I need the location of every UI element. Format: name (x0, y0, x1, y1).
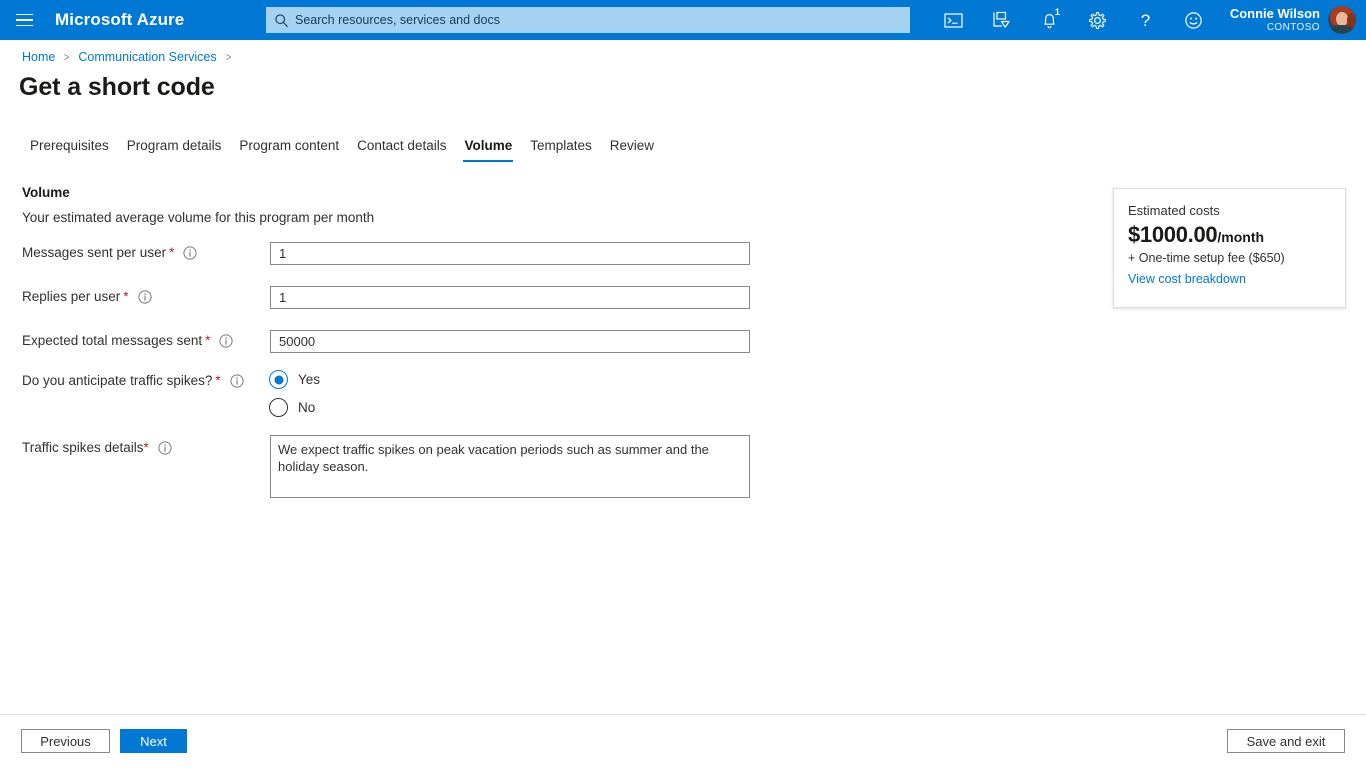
info-icon[interactable] (137, 289, 152, 304)
next-button[interactable]: Next (120, 729, 187, 753)
wizard-tab-bar: Prerequisites Program details Program co… (22, 138, 663, 162)
settings-gear-icon[interactable] (1074, 0, 1122, 40)
user-text: Connie Wilson CONTOSO (1229, 5, 1320, 33)
save-and-exit-button[interactable]: Save and exit (1227, 729, 1345, 753)
tab-program-details[interactable]: Program details (118, 138, 231, 162)
estimated-costs-setup-fee: + One-time setup fee ($650) (1128, 251, 1285, 265)
footer-divider (0, 714, 1366, 715)
directories-subscriptions-icon[interactable] (978, 0, 1026, 40)
info-icon[interactable] (219, 333, 233, 348)
help-question-icon[interactable]: ? (1122, 0, 1170, 40)
radio-label-no: No (298, 400, 316, 415)
label-text: Messages sent per user (22, 245, 167, 260)
info-icon[interactable] (183, 245, 197, 260)
label-text: Traffic spikes details (22, 440, 144, 455)
field-traffic-spikes-details: Traffic spikes details * (22, 440, 172, 455)
radio-button-no[interactable] (269, 398, 288, 417)
textarea-traffic-spikes-details[interactable] (270, 435, 750, 498)
user-name: Connie Wilson (1229, 5, 1320, 21)
search-placeholder: Search resources, services and docs (295, 13, 500, 27)
brand-title[interactable]: Microsoft Azure (55, 10, 184, 30)
breadcrumb-item-home[interactable]: Home (22, 50, 55, 64)
label-text: Expected total messages sent (22, 333, 203, 348)
breadcrumb-item-communication-services[interactable]: Communication Services (78, 50, 216, 64)
search-input[interactable]: Search resources, services and docs (266, 7, 910, 33)
notification-count-badge: 1 (1051, 7, 1063, 18)
chevron-right-icon-2: > (225, 50, 231, 64)
info-icon[interactable] (230, 373, 244, 388)
tab-templates[interactable]: Templates (521, 138, 601, 162)
label-traffic-spikes: Do you anticipate traffic spikes? * (22, 373, 244, 388)
user-org: CONTOSO (1266, 21, 1320, 33)
tab-program-content[interactable]: Program content (230, 138, 348, 162)
section-subtitle: Your estimated average volume for this p… (22, 210, 375, 225)
estimated-costs-amount: $1000.00 (1128, 222, 1218, 247)
user-account-menu[interactable]: Connie Wilson CONTOSO (1218, 0, 1366, 40)
search-icon (275, 13, 288, 27)
estimated-costs-card: Estimated costs $1000.00 /month + One-ti… (1113, 188, 1346, 308)
label-replies-per-user: Replies per user * (22, 289, 152, 304)
input-replies-per-user[interactable] (270, 286, 750, 309)
top-bar-icon-group: 1 ? Connie Wilson CONTOSO (930, 0, 1366, 40)
radio-label-yes: Yes (298, 372, 321, 387)
label-text: Replies per user (22, 289, 121, 304)
required-asterisk: * (169, 245, 175, 260)
input-messages-sent-per-user[interactable] (270, 242, 750, 265)
svg-text:?: ? (1141, 11, 1150, 30)
tab-contact-details[interactable]: Contact details (348, 138, 455, 162)
notifications-bell-icon[interactable]: 1 (1026, 0, 1074, 40)
label-text: Do you anticipate traffic spikes? (22, 373, 213, 388)
label-expected-total-messages: Expected total messages sent * (22, 333, 233, 348)
field-replies-per-user: Replies per user * (22, 289, 152, 304)
required-asterisk: * (123, 289, 129, 304)
section-title-volume: Volume (22, 185, 70, 200)
radio-button-yes[interactable] (269, 370, 288, 389)
estimated-costs-heading: Estimated costs (1128, 203, 1220, 218)
info-icon[interactable] (158, 440, 172, 455)
required-asterisk: * (215, 373, 221, 388)
chevron-right-icon: > (64, 50, 70, 64)
field-traffic-spikes: Do you anticipate traffic spikes? * (22, 373, 244, 388)
cloud-shell-icon[interactable] (930, 0, 978, 40)
input-expected-total-messages[interactable] (270, 330, 750, 353)
label-traffic-spikes-details: Traffic spikes details * (22, 440, 172, 455)
page-title: Get a short code (19, 73, 215, 101)
label-messages-sent-per-user: Messages sent per user * (22, 245, 197, 260)
feedback-smiley-icon[interactable] (1170, 0, 1218, 40)
tab-prerequisites[interactable]: Prerequisites (22, 138, 118, 162)
field-messages-sent-per-user: Messages sent per user * (22, 245, 197, 260)
required-asterisk: * (205, 333, 211, 348)
view-cost-breakdown-link[interactable]: View cost breakdown (1128, 272, 1246, 286)
radio-traffic-spikes-yes[interactable]: Yes (269, 370, 320, 389)
hamburger-icon[interactable] (0, 0, 48, 40)
estimated-costs-amount-row: $1000.00 /month (1128, 222, 1331, 248)
field-expected-total-messages: Expected total messages sent * (22, 333, 233, 348)
tab-review[interactable]: Review (601, 138, 663, 162)
previous-button[interactable]: Previous (21, 729, 110, 753)
required-asterisk: * (143, 440, 149, 455)
breadcrumb: Home > Communication Services > (22, 50, 240, 64)
estimated-costs-period: /month (1217, 229, 1265, 245)
avatar[interactable] (1328, 6, 1356, 34)
azure-top-bar: Microsoft Azure Search resources, servic… (0, 0, 1366, 40)
radio-traffic-spikes-no[interactable]: No (269, 398, 315, 417)
tab-volume[interactable]: Volume (455, 138, 521, 162)
